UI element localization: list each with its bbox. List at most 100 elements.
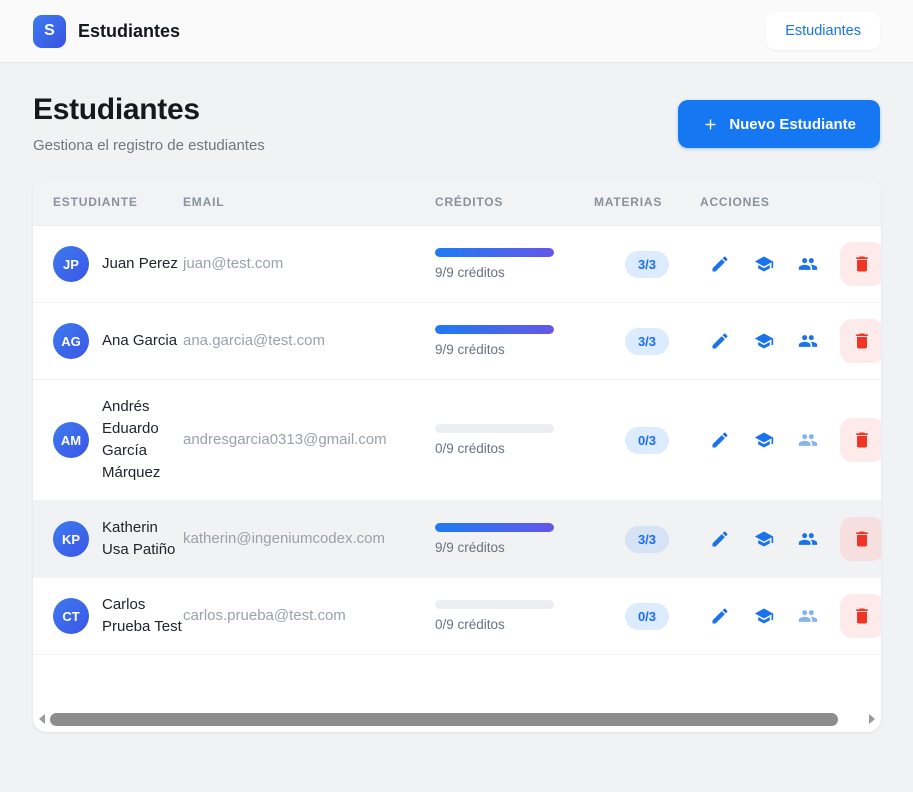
subjects-button[interactable] bbox=[754, 254, 774, 274]
groups-icon bbox=[798, 331, 818, 351]
app-title: Estudiantes bbox=[78, 21, 180, 42]
groups-button[interactable] bbox=[798, 430, 818, 450]
column-header-acciones: Acciones bbox=[700, 195, 770, 209]
trash-icon bbox=[852, 331, 872, 351]
school-cap-icon bbox=[754, 430, 774, 450]
school-cap-icon bbox=[754, 331, 774, 351]
new-student-button[interactable]: Nuevo Estudiante bbox=[678, 100, 880, 148]
avatar-initials: AM bbox=[61, 433, 81, 448]
credits-progress-bar bbox=[435, 325, 554, 334]
edit-pencil-icon bbox=[710, 331, 730, 351]
groups-icon bbox=[798, 529, 818, 549]
school-cap-icon bbox=[754, 254, 774, 274]
delete-button[interactable] bbox=[840, 594, 881, 638]
student-email: katherin@ingeniumcodex.com bbox=[183, 530, 385, 547]
credits-progress-bar bbox=[435, 523, 554, 532]
nav-estudiantes-button[interactable]: Estudiantes bbox=[766, 12, 880, 50]
column-header-email: Email bbox=[183, 195, 435, 209]
edit-button[interactable] bbox=[710, 331, 730, 351]
materias-badge: 3/3 bbox=[625, 251, 669, 278]
student-email: carlos.prueba@test.com bbox=[183, 607, 346, 624]
edit-button[interactable] bbox=[710, 430, 730, 450]
groups-icon bbox=[798, 254, 818, 274]
trash-icon bbox=[852, 606, 872, 626]
avatar-initials: KP bbox=[62, 532, 80, 547]
delete-button[interactable] bbox=[840, 242, 881, 286]
student-email: juan@test.com bbox=[183, 255, 283, 272]
student-email: andresgarcia0313@gmail.com bbox=[183, 431, 387, 448]
topbar: S Estudiantes Estudiantes bbox=[0, 0, 913, 63]
table-row: AM Andrés Eduardo García Márquez andresg… bbox=[33, 380, 881, 501]
credits-progress-fill bbox=[435, 523, 554, 532]
trash-icon bbox=[852, 529, 872, 549]
avatar-initials: CT bbox=[62, 609, 79, 624]
student-cell: CT Carlos Prueba Test bbox=[53, 594, 183, 638]
delete-button[interactable] bbox=[840, 517, 881, 561]
page-subtitle: Gestiona el registro de estudiantes bbox=[33, 137, 265, 154]
avatar-initials: JP bbox=[63, 257, 79, 272]
horizontal-scrollbar bbox=[33, 706, 881, 732]
groups-button[interactable] bbox=[798, 529, 818, 549]
edit-pencil-icon bbox=[710, 254, 730, 274]
groups-icon bbox=[798, 606, 818, 626]
subjects-button[interactable] bbox=[754, 529, 774, 549]
column-header-creditos: Créditos bbox=[435, 195, 594, 209]
column-header-estudiante: Estudiante bbox=[33, 195, 183, 209]
credits-label: 0/9 créditos bbox=[435, 441, 594, 456]
avatar: KP bbox=[53, 521, 89, 557]
credits-progress-bar bbox=[435, 424, 554, 433]
credits-label: 9/9 créditos bbox=[435, 265, 594, 280]
credits-progress-fill bbox=[435, 248, 554, 257]
avatar: AG bbox=[53, 323, 89, 359]
credits-label: 9/9 créditos bbox=[435, 342, 594, 357]
table-row: JP Juan Perez juan@test.com 9/9 créditos… bbox=[33, 226, 881, 303]
credits-label: 0/9 créditos bbox=[435, 617, 594, 632]
edit-button[interactable] bbox=[710, 254, 730, 274]
student-name: Ana Garcia bbox=[102, 330, 177, 352]
column-header-materias: Materias bbox=[594, 195, 700, 209]
table-row: CT Carlos Prueba Test carlos.prueba@test… bbox=[33, 578, 881, 655]
subjects-button[interactable] bbox=[754, 606, 774, 626]
credits-progress-fill bbox=[435, 325, 554, 334]
groups-button[interactable] bbox=[798, 254, 818, 274]
materias-badge: 0/3 bbox=[625, 603, 669, 630]
school-cap-icon bbox=[754, 606, 774, 626]
page-header: Estudiantes Gestiona el registro de estu… bbox=[0, 63, 913, 154]
delete-button[interactable] bbox=[840, 319, 881, 363]
school-cap-icon bbox=[754, 529, 774, 549]
student-name: Carlos Prueba Test bbox=[102, 594, 183, 638]
edit-button[interactable] bbox=[710, 529, 730, 549]
materias-badge: 0/3 bbox=[625, 427, 669, 454]
plus-icon bbox=[702, 116, 719, 133]
student-email: ana.garcia@test.com bbox=[183, 332, 325, 349]
subjects-button[interactable] bbox=[754, 331, 774, 351]
trash-icon bbox=[852, 254, 872, 274]
scroll-left-arrow-icon[interactable] bbox=[36, 712, 48, 726]
app-logo: S bbox=[33, 15, 66, 48]
edit-button[interactable] bbox=[710, 606, 730, 626]
scroll-right-arrow-icon[interactable] bbox=[866, 712, 878, 726]
students-table-card: Estudiante Email Créditos Materias Accio… bbox=[33, 178, 881, 732]
materias-badge: 3/3 bbox=[625, 526, 669, 553]
table-header-row: Estudiante Email Créditos Materias Accio… bbox=[33, 178, 881, 226]
new-student-button-label: Nuevo Estudiante bbox=[729, 116, 856, 133]
page-title: Estudiantes bbox=[33, 93, 265, 127]
student-name: Katherin Usa Patiño bbox=[102, 517, 183, 561]
delete-button[interactable] bbox=[840, 418, 881, 462]
subjects-button[interactable] bbox=[754, 430, 774, 450]
scrollbar-thumb[interactable] bbox=[50, 713, 838, 726]
student-cell: JP Juan Perez bbox=[53, 246, 183, 282]
avatar-initials: AG bbox=[61, 334, 81, 349]
table-body: JP Juan Perez juan@test.com 9/9 créditos… bbox=[33, 226, 881, 655]
groups-button[interactable] bbox=[798, 606, 818, 626]
groups-icon bbox=[798, 430, 818, 450]
avatar: JP bbox=[53, 246, 89, 282]
edit-pencil-icon bbox=[710, 529, 730, 549]
groups-button[interactable] bbox=[798, 331, 818, 351]
avatar: AM bbox=[53, 422, 89, 458]
student-cell: AM Andrés Eduardo García Márquez bbox=[53, 396, 183, 484]
student-name: Andrés Eduardo García Márquez bbox=[102, 396, 183, 484]
avatar: CT bbox=[53, 598, 89, 634]
edit-pencil-icon bbox=[710, 430, 730, 450]
edit-pencil-icon bbox=[710, 606, 730, 626]
